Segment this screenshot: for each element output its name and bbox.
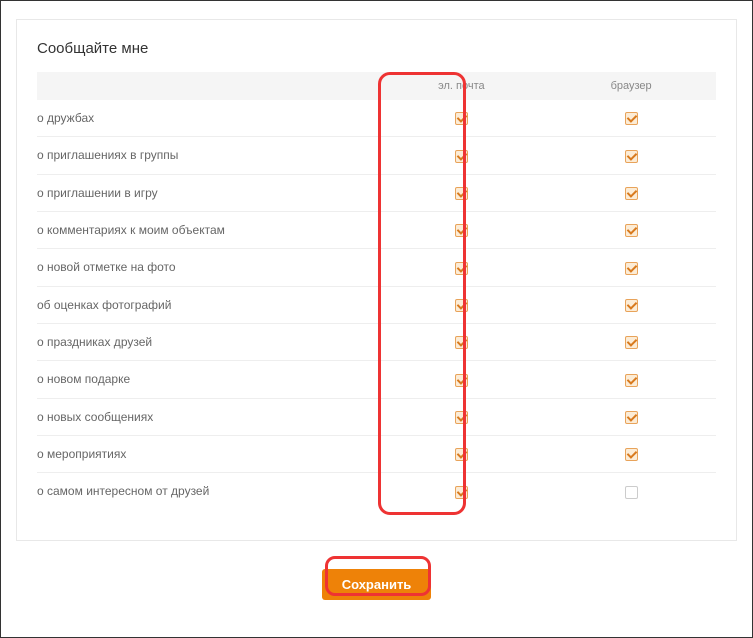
email-checkbox[interactable]	[455, 224, 468, 237]
email-checkbox[interactable]	[455, 486, 468, 499]
row-label: о новой отметке на фото	[37, 249, 377, 286]
table-row: о новом подарке	[37, 361, 716, 398]
table-row: о новых сообщениях	[37, 398, 716, 435]
row-label: о комментариях к моим объектам	[37, 211, 377, 248]
table-row: о новой отметке на фото	[37, 249, 716, 286]
table-row: о мероприятиях	[37, 435, 716, 472]
table-row: о самом интересном от друзей	[37, 473, 716, 510]
table-row: о дружбах	[37, 100, 716, 137]
header-email: эл. почта	[377, 72, 547, 100]
browser-checkbox[interactable]	[625, 262, 638, 275]
browser-checkbox[interactable]	[625, 187, 638, 200]
row-label: о мероприятиях	[37, 435, 377, 472]
row-label: о новом подарке	[37, 361, 377, 398]
notifications-table: эл. почта браузер о дружбахо приглашения…	[37, 72, 716, 510]
email-checkbox[interactable]	[455, 262, 468, 275]
email-checkbox[interactable]	[455, 299, 468, 312]
email-checkbox[interactable]	[455, 187, 468, 200]
row-label: о новых сообщениях	[37, 398, 377, 435]
table-row: о комментариях к моим объектам	[37, 211, 716, 248]
save-button[interactable]: Сохранить	[322, 569, 432, 600]
email-checkbox[interactable]	[455, 150, 468, 163]
email-checkbox[interactable]	[455, 336, 468, 349]
browser-checkbox[interactable]	[625, 374, 638, 387]
email-checkbox[interactable]	[455, 374, 468, 387]
browser-checkbox[interactable]	[625, 448, 638, 461]
table-row: о праздниках друзей	[37, 323, 716, 360]
header-label	[37, 72, 377, 100]
browser-checkbox[interactable]	[625, 224, 638, 237]
section-title: Сообщайте мне	[37, 40, 716, 57]
browser-checkbox[interactable]	[625, 411, 638, 424]
table-row: об оценках фотографий	[37, 286, 716, 323]
row-label: о приглашении в игру	[37, 174, 377, 211]
table-row: о приглашениях в группы	[37, 137, 716, 174]
row-label: о приглашениях в группы	[37, 137, 377, 174]
row-label: об оценках фотографий	[37, 286, 377, 323]
row-label: о праздниках друзей	[37, 323, 377, 360]
email-checkbox[interactable]	[455, 411, 468, 424]
email-checkbox[interactable]	[455, 112, 468, 125]
browser-checkbox[interactable]	[625, 299, 638, 312]
row-label: о самом интересном от друзей	[37, 473, 377, 510]
row-label: о дружбах	[37, 100, 377, 137]
header-browser: браузер	[546, 72, 716, 100]
browser-checkbox[interactable]	[625, 486, 638, 499]
browser-checkbox[interactable]	[625, 112, 638, 125]
browser-checkbox[interactable]	[625, 336, 638, 349]
browser-checkbox[interactable]	[625, 150, 638, 163]
email-checkbox[interactable]	[455, 448, 468, 461]
table-row: о приглашении в игру	[37, 174, 716, 211]
